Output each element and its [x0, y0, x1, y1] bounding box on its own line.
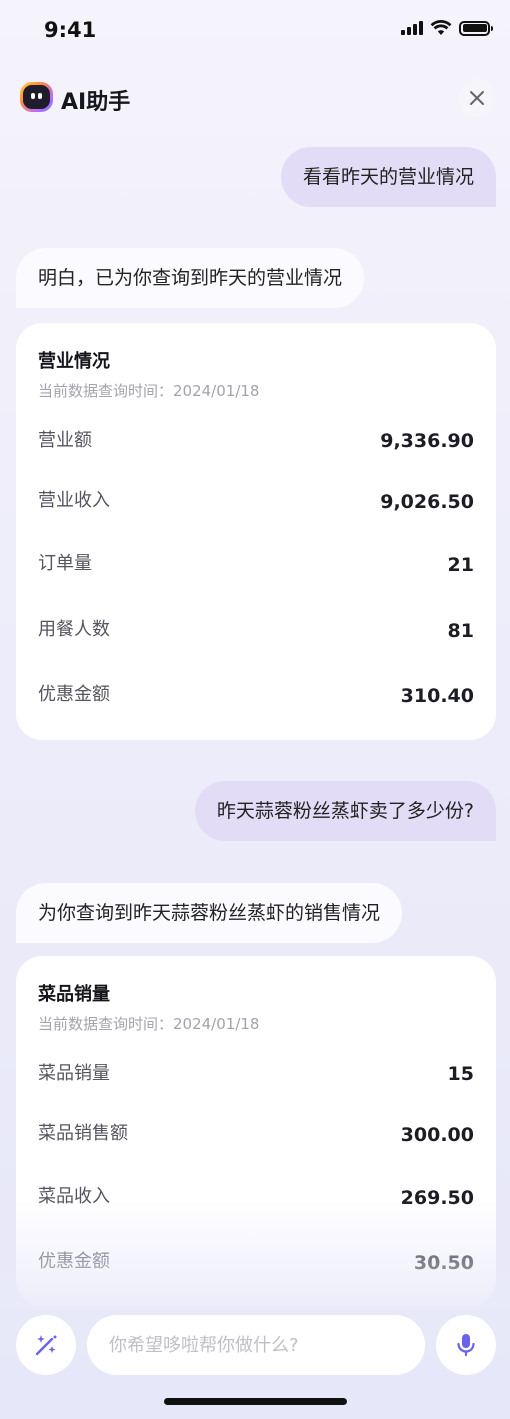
dish-sales-card: 菜品销量 当前数据查询时间：2024/01/18 菜品销量 15 菜品销售额 3… — [16, 956, 496, 1306]
microphone-icon — [457, 1334, 475, 1357]
ai-assistant-logo — [20, 82, 53, 112]
card-subtitle: 当前数据查询时间：2024/01/18 — [38, 382, 260, 400]
signal-icon — [401, 21, 423, 35]
row-value: 269.50 — [400, 1187, 474, 1209]
row-value: 9,336.90 — [380, 430, 474, 452]
voice-button[interactable] — [436, 1315, 496, 1375]
row-label: 优惠金额 — [38, 684, 110, 705]
ai-message: 明白，已为你查询到昨天的营业情况 — [16, 248, 365, 308]
user-message: 看看昨天的营业情况 — [280, 147, 496, 207]
magic-wand-icon — [35, 1335, 57, 1356]
row-value: 81 — [447, 620, 474, 642]
status-bar: 9:41 — [0, 0, 510, 62]
row-label: 订单量 — [38, 553, 92, 574]
row-label: 优惠金额 — [38, 1251, 110, 1272]
battery-icon — [459, 20, 493, 36]
row-label: 菜品销售额 — [38, 1123, 128, 1144]
close-icon — [470, 91, 484, 105]
status-time: 9:41 — [44, 18, 97, 42]
row-value: 15 — [447, 1063, 474, 1085]
row-value: 9,026.50 — [380, 491, 474, 513]
row-label: 菜品收入 — [38, 1186, 110, 1207]
app-title: AI助手 — [61, 90, 131, 115]
input-bar — [0, 1313, 510, 1375]
home-indicator — [164, 1398, 347, 1405]
row-label: 营业收入 — [38, 490, 110, 511]
row-label: 菜品销量 — [38, 1063, 110, 1084]
business-summary-card: 营业情况 当前数据查询时间：2024/01/18 营业额 9,336.90 营业… — [16, 323, 496, 740]
ai-message: 为你查询到昨天蒜蓉粉丝蒸虾的销售情况 — [16, 883, 403, 943]
prompt-input[interactable] — [87, 1315, 425, 1375]
row-value: 310.40 — [400, 685, 474, 707]
row-value: 300.00 — [400, 1124, 474, 1146]
row-value: 21 — [447, 554, 474, 576]
row-value: 30.50 — [413, 1252, 474, 1274]
status-icons — [401, 20, 493, 36]
header: AI助手 — [0, 72, 510, 126]
user-message: 昨天蒜蓉粉丝蒸虾卖了多少份? — [194, 781, 496, 841]
card-title: 营业情况 — [38, 351, 110, 372]
magic-button[interactable] — [16, 1315, 76, 1375]
wifi-icon — [430, 20, 452, 35]
row-label: 营业额 — [38, 430, 92, 451]
card-title: 菜品销量 — [38, 984, 110, 1005]
row-label: 用餐人数 — [38, 619, 110, 640]
card-subtitle: 当前数据查询时间：2024/01/18 — [38, 1015, 260, 1033]
close-button[interactable] — [458, 79, 496, 117]
